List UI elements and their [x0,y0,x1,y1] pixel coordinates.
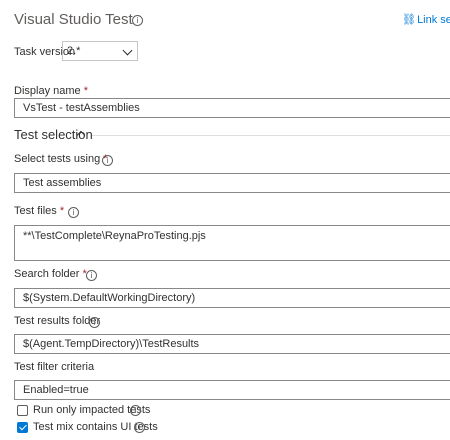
page-title: Visual Studio Test [14,11,133,28]
test-results-folder-input[interactable]: $(Agent.TempDirectory)\TestResults [14,334,450,354]
display-name-input[interactable]: VsTest - testAssemblies [14,98,450,118]
task-version-select[interactable]: 2.* [62,41,138,61]
search-folder-input[interactable]: $(System.DefaultWorkingDirectory) [14,288,450,308]
test-filter-criteria-label: Test filter criteria [14,361,95,373]
search-folder-info-icon[interactable]: i [86,270,97,281]
title-info-icon[interactable]: i [132,15,143,26]
run-only-impacted-checkbox[interactable] [17,405,28,416]
link-settings-link[interactable]: ⛓ Link sett [402,13,450,26]
search-folder-label: Search folder * [14,268,87,280]
select-tests-using-dropdown[interactable]: Test assemblies [14,173,450,193]
run-only-impacted-info-icon[interactable]: i [130,405,141,416]
test-results-folder-label: Test results folder [14,315,101,327]
required-marker: * [83,85,88,97]
display-name-label-text: Display name [14,85,81,97]
section-divider [92,135,450,136]
test-filter-criteria-input[interactable]: Enabled=true [14,380,450,400]
test-files-info-icon[interactable]: i [68,207,79,218]
test-files-textarea[interactable]: **\TestComplete\ReynaProTesting.pjs [14,225,450,261]
select-tests-using-label: Select tests using * [14,153,108,165]
ui-tests-info-icon[interactable]: i [134,422,145,433]
required-marker: * [59,205,65,217]
test-files-label: Test files * [14,205,64,217]
task-version-value: 2.* [67,45,81,57]
ui-tests-checkbox[interactable] [17,422,28,433]
search-folder-label-text: Search folder [14,268,80,280]
select-tests-using-label-text: Select tests using [14,153,101,165]
chevron-down-icon [122,45,133,56]
display-name-label: Display name * [14,85,88,97]
select-tests-info-icon[interactable]: i [102,155,113,166]
test-files-label-text: Test files [14,205,57,217]
test-results-info-icon[interactable]: i [89,317,100,328]
link-settings-label: Link sett [417,14,450,26]
link-icon: ⛓ [402,13,416,26]
